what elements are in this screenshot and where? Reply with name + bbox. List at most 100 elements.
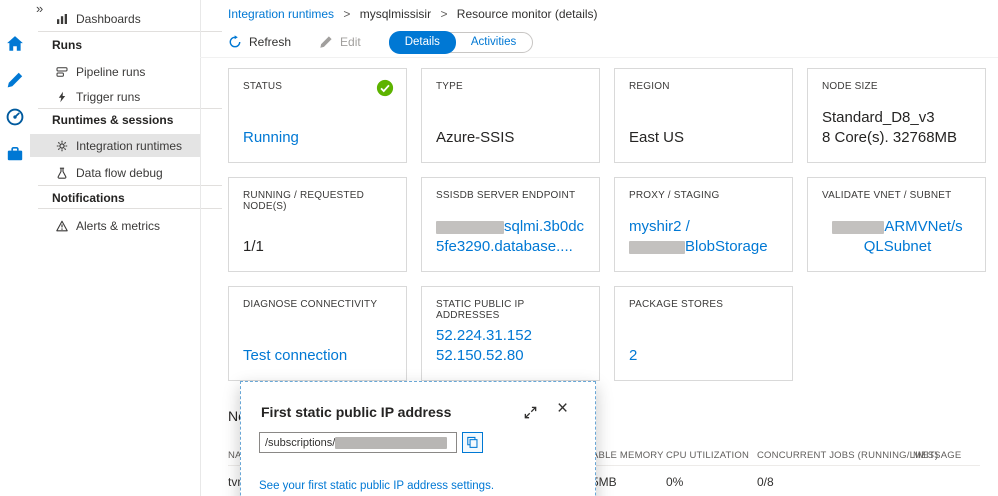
status-value[interactable]: Running — [243, 128, 394, 148]
card-type: TYPE Azure-SSIS — [421, 68, 600, 163]
breadcrumb-current-page: Resource monitor (details) — [456, 7, 598, 21]
status-check-icon — [376, 79, 394, 97]
node-row-jobs: 0/8 — [757, 475, 774, 489]
card-title: NODE SIZE — [822, 81, 878, 92]
card-node-size: NODE SIZE Standard_D8_v3 8 Core(s). 3276… — [807, 68, 986, 163]
card-package-stores: PACKAGE STORES 2 — [614, 286, 793, 381]
pipeline-runs-icon — [56, 66, 68, 78]
breadcrumb-separator: > — [343, 7, 351, 21]
test-connection-link[interactable]: Test connection — [243, 346, 394, 366]
alerts-metrics-icon — [56, 220, 68, 232]
copy-button[interactable] — [462, 432, 483, 453]
static-ips-link[interactable]: 52.224.31.152 52.150.52.80 — [436, 326, 587, 366]
sidebar: » Dashboards Runs Pipeline runs Trigger … — [30, 0, 222, 496]
breadcrumb-runtime-name[interactable]: mysqlmissisir — [360, 7, 431, 21]
ssisdb-endpoint-link[interactable]: sqlmi.3b0dc 5fe3290.database.... — [436, 217, 587, 257]
expand-icon[interactable] — [523, 405, 538, 420]
edit-pencil-icon — [319, 35, 333, 49]
sidebar-item-trigger-runs[interactable]: Trigger runs — [30, 85, 200, 108]
trigger-runs-icon — [56, 91, 68, 103]
details-activities-toggle: Details Activities — [388, 30, 534, 54]
static-ip-1: 52.224.31.152 — [436, 327, 532, 344]
card-title: VALIDATE VNET / SUBNET — [822, 190, 952, 201]
sidebar-item-label: Data flow debug — [76, 165, 163, 180]
sidebar-section-notifications: Notifications — [52, 191, 125, 205]
sidebar-item-label: Alerts & metrics — [76, 218, 161, 233]
sidebar-divider-line — [200, 0, 201, 496]
card-title: RUNNING / REQUESTED NODE(S) — [243, 190, 365, 212]
card-proxy-staging: PROXY / STAGING myshir2 / BlobStorage — [614, 177, 793, 272]
card-title: STATUS — [243, 81, 283, 92]
dashboards-icon — [56, 13, 68, 25]
sidebar-item-data-flow-debug[interactable]: Data flow debug — [30, 161, 200, 184]
vnet-line1: ARMVNet/s — [822, 217, 973, 237]
card-diagnose-connectivity: DIAGNOSE CONNECTIVITY Test connection — [228, 286, 407, 381]
ip-settings-link[interactable]: See your first static public IP address … — [259, 480, 494, 492]
card-static-ips: STATIC PUBLIC IP ADDRESSES 52.224.31.152… — [421, 286, 600, 381]
breadcrumb: Integration runtimes > mysqlmissisir > R… — [228, 7, 598, 21]
col-header-concurrent-jobs: CONCURRENT JOBS (RUNNING/LIMIT) — [757, 450, 939, 461]
node-size-line1: Standard_D8_v3 — [822, 109, 935, 126]
data-flow-debug-icon — [56, 167, 68, 179]
copy-icon — [467, 436, 478, 448]
card-title: STATIC PUBLIC IP ADDRESSES — [436, 299, 525, 321]
card-status: STATUS Running — [228, 68, 407, 163]
monitor-gauge-icon[interactable] — [6, 108, 24, 126]
breadcrumb-integration-runtimes[interactable]: Integration runtimes — [228, 7, 334, 21]
sidebar-item-label: Integration runtimes — [76, 138, 183, 153]
sidebar-divider — [38, 185, 222, 186]
integration-runtimes-icon — [56, 140, 68, 152]
sidebar-item-label: Dashboards — [76, 11, 141, 26]
col-header-cpu-utilization: CPU UTILIZATION — [666, 450, 750, 461]
vnet-subnet-link[interactable]: ARMVNet/s QLSubnet — [822, 217, 973, 257]
card-ssisdb-endpoint: SSISDB SERVER ENDPOINT sqlmi.3b0dc 5fe32… — [421, 177, 600, 272]
card-title: DIAGNOSE CONNECTIVITY — [243, 299, 378, 310]
breadcrumb-separator: > — [440, 7, 448, 21]
sidebar-item-alerts-metrics[interactable]: Alerts & metrics — [30, 214, 200, 237]
manage-toolbox-icon[interactable] — [6, 145, 24, 163]
sidebar-divider — [38, 31, 222, 32]
proxy-staging-link[interactable]: myshir2 / BlobStorage — [629, 217, 780, 257]
card-title: REGION — [629, 81, 670, 92]
endpoint-line2: 5fe3290.database.... — [436, 238, 573, 255]
col-header-message: MESSAGE — [913, 450, 962, 461]
sidebar-item-integration-runtimes[interactable]: Integration runtimes — [30, 134, 200, 157]
cards-grid: STATUS Running TYPE Azure-SSIS REGION Ea… — [228, 68, 986, 381]
proxy-line1: myshir2 / — [629, 218, 690, 235]
card-running-nodes: RUNNING / REQUESTED NODE(S) 1/1 — [228, 177, 407, 272]
input-value: /subscriptions/ — [265, 436, 336, 449]
tab-details[interactable]: Details — [388, 30, 456, 54]
package-stores-link[interactable]: 2 — [629, 346, 780, 366]
sidebar-item-pipeline-runs[interactable]: Pipeline runs — [30, 60, 200, 83]
refresh-button[interactable]: Refresh — [228, 35, 291, 49]
edit-button[interactable]: Edit — [319, 35, 361, 49]
card-title: PROXY / STAGING — [629, 190, 720, 201]
card-region: REGION East US — [614, 68, 793, 163]
card-title: SSISDB SERVER ENDPOINT — [436, 190, 576, 201]
author-pencil-icon[interactable] — [6, 71, 24, 89]
sidebar-divider — [38, 208, 222, 209]
toolbar-divider — [200, 57, 998, 58]
static-ip-2: 52.150.52.80 — [436, 347, 524, 364]
sidebar-item-dashboards[interactable]: Dashboards — [30, 7, 200, 30]
vnet-line2: QLSubnet — [863, 238, 932, 255]
type-value: Azure-SSIS — [436, 129, 515, 146]
endpoint-line1: sqlmi.3b0dc — [436, 217, 587, 237]
proxy-line2: BlobStorage — [629, 237, 780, 257]
toolbar: Refresh Edit Details Activities — [228, 30, 534, 54]
running-nodes-value: 1/1 — [243, 238, 264, 255]
nav-rail — [0, 0, 30, 496]
subscription-path-input[interactable]: /subscriptions/ — [259, 432, 457, 453]
redaction-block — [436, 220, 504, 234]
region-value: East US — [629, 129, 685, 146]
node-size-line2: 8 Core(s). 32768MB — [822, 129, 958, 146]
refresh-icon — [228, 35, 242, 49]
close-icon[interactable]: × — [557, 396, 568, 423]
sidebar-section-runtimes: Runtimes & sessions — [52, 113, 174, 127]
node-size-value: Standard_D8_v3 8 Core(s). 32768MB — [822, 108, 973, 148]
dialog-title: First static public IP address — [261, 404, 452, 420]
redaction-block — [335, 436, 448, 449]
home-icon[interactable] — [6, 35, 24, 53]
node-row-cpu: 0% — [666, 475, 684, 489]
tab-activities[interactable]: Activities — [455, 32, 532, 53]
